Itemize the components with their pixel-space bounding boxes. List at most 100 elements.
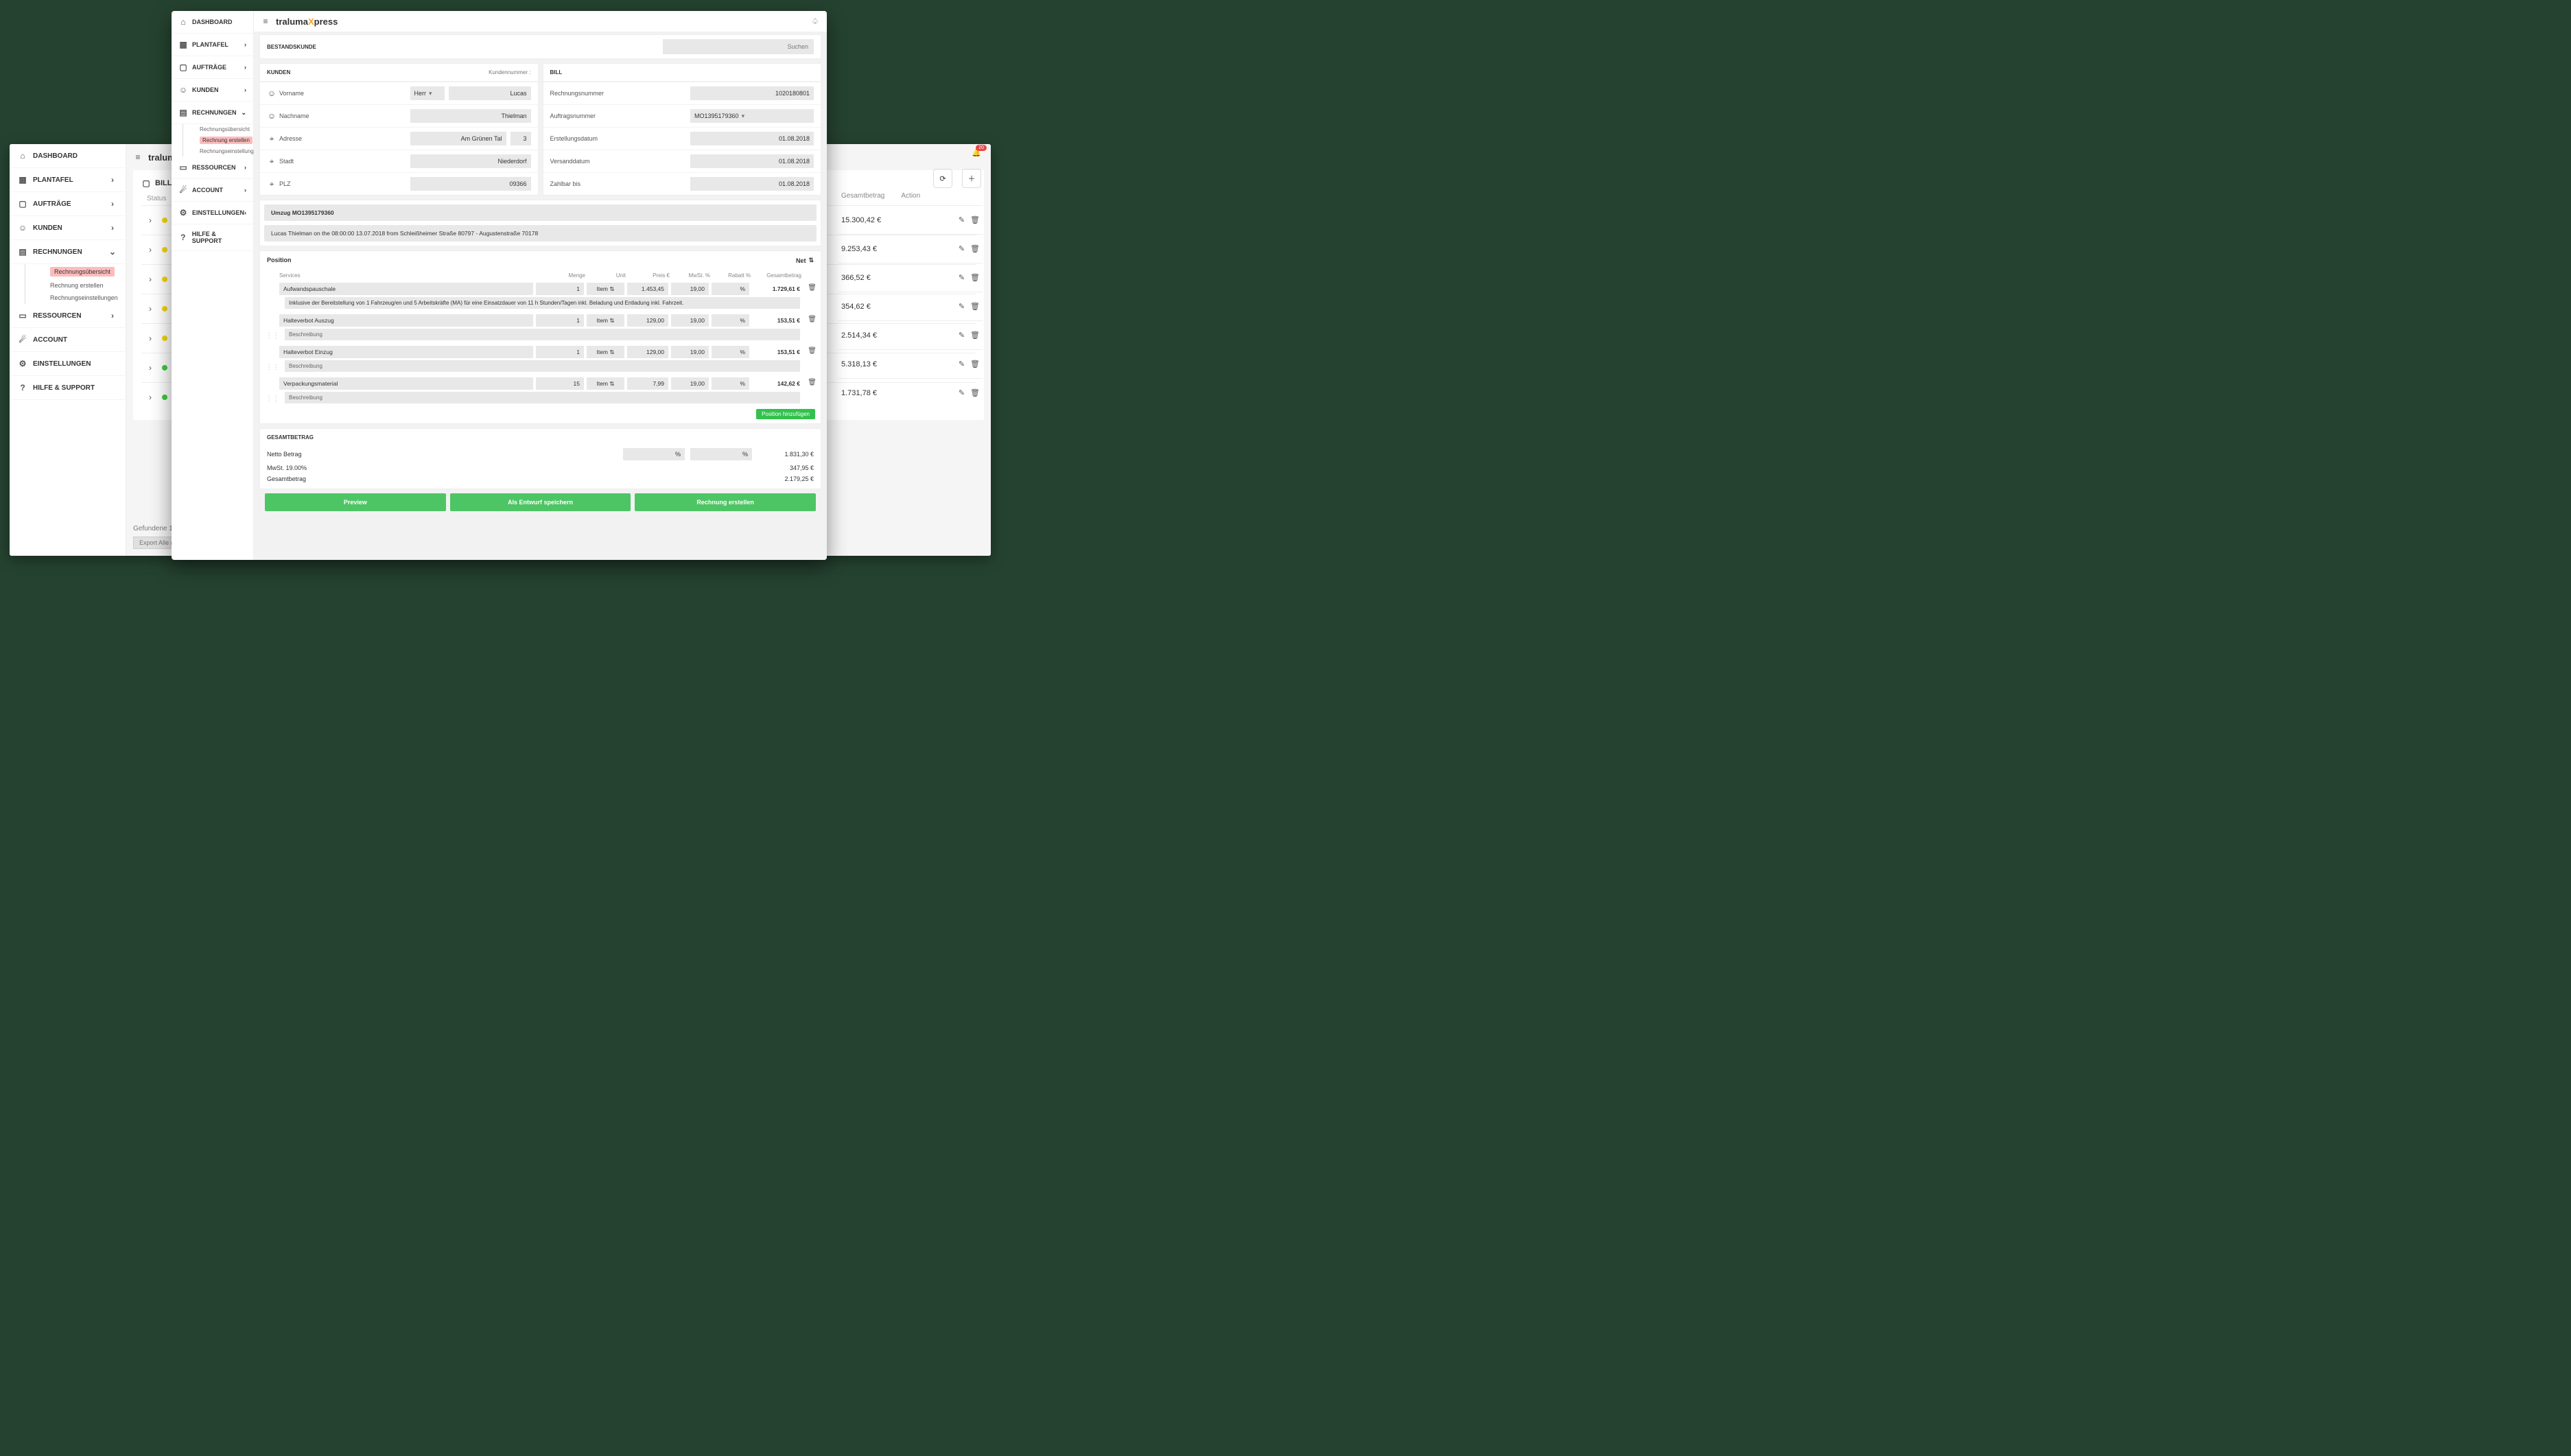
drag-handle-icon[interactable]: ⋮⋮	[266, 332, 279, 340]
fnav-dashboard[interactable]: ⌂DASHBOARD	[172, 11, 253, 34]
delete-icon[interactable]: 🗑	[970, 273, 980, 282]
menge-input[interactable]: 1	[536, 283, 584, 295]
stadt-input[interactable]: Niederdorf	[410, 154, 531, 168]
rabatt-input[interactable]: %	[712, 314, 749, 327]
netto-pct1[interactable]: %	[623, 448, 685, 460]
refresh-button[interactable]: ⟳	[933, 169, 952, 188]
nav-dashboard[interactable]: ⌂DASHBOARD	[10, 144, 126, 168]
edit-icon[interactable]: ✎	[959, 244, 965, 253]
bell-icon[interactable]: ♤	[810, 16, 820, 26]
delete-icon[interactable]: 🗑	[970, 244, 980, 253]
service-input[interactable]: Halteverbot Auszug	[279, 314, 533, 327]
service-input[interactable]: Aufwandspauschale	[279, 283, 533, 295]
auftrag-select[interactable]: MO1395179360	[690, 109, 814, 123]
action-buttons: Preview Als Entwurf speichern Rechnung e…	[259, 493, 821, 517]
nav-kunden[interactable]: ☺KUNDEN›	[10, 216, 126, 240]
nachname-input[interactable]: Thielman	[410, 109, 531, 123]
notification-bell[interactable]: 🔔20	[972, 148, 981, 157]
delete-row-icon[interactable]: 🗑	[808, 316, 817, 323]
hamburger-icon[interactable]: ≡	[261, 16, 270, 26]
menge-input[interactable]: 15	[536, 377, 584, 390]
mwst-input[interactable]: 19,00	[671, 377, 709, 390]
fnav-einstellungen[interactable]: ⚙EINSTELLUNGEN›	[172, 202, 253, 224]
preis-input[interactable]: 129,00	[627, 346, 668, 358]
fsub-einstellungen[interactable]: Rechnungseinstellungen	[200, 146, 253, 156]
sort-icon[interactable]: ⇅	[808, 257, 814, 264]
preis-input[interactable]: 129,00	[627, 314, 668, 327]
fnav-plantafel[interactable]: ▦PLANTAFEL›	[172, 34, 253, 56]
search-input[interactable]: Suchen	[663, 39, 814, 54]
versand-input[interactable]: 01.08.2018	[690, 154, 814, 168]
edit-icon[interactable]: ✎	[959, 302, 965, 311]
delete-icon[interactable]: 🗑	[970, 388, 980, 397]
save-draft-button[interactable]: Als Entwurf speichern	[450, 493, 631, 511]
delete-icon[interactable]: 🗑	[970, 331, 980, 340]
drag-handle-icon[interactable]: ⋮⋮	[266, 395, 279, 403]
adresse-input[interactable]: Am Grünen Tal	[410, 132, 506, 145]
preview-button[interactable]: Preview	[265, 493, 446, 511]
menge-input[interactable]: 1	[536, 346, 584, 358]
menge-input[interactable]: 1	[536, 314, 584, 327]
fnav-ressourcen[interactable]: ▭RESSOURCEN›	[172, 156, 253, 179]
nav-hilfe[interactable]: ?HILFE & SUPPORT	[10, 376, 126, 400]
salutation-select[interactable]: Herr	[410, 86, 445, 100]
service-input[interactable]: Halteverbot Einzug	[279, 346, 533, 358]
nav-plantafel[interactable]: ▦PLANTAFEL›	[10, 168, 126, 192]
rabatt-input[interactable]: %	[712, 346, 749, 358]
nav-auftraege[interactable]: ▢AUFTRÄGE›	[10, 192, 126, 216]
vorname-input[interactable]: Lucas	[449, 86, 531, 100]
subnav-einstellungen[interactable]: Rechnungseinstellungen	[50, 292, 126, 304]
description-input[interactable]: Inklusive der Bereitstellung von 1 Fahrz…	[285, 297, 800, 309]
nav-ressourcen[interactable]: ▭RESSOURCEN›	[10, 304, 126, 328]
subnav-uebersicht[interactable]: Rechnungsübersicht	[50, 267, 115, 277]
description-input[interactable]: Beschreibung	[285, 392, 800, 403]
fsub-uebersicht[interactable]: Rechnungsübersicht	[200, 124, 253, 134]
nav-einstellungen[interactable]: ⚙EINSTELLUNGEN	[10, 352, 126, 376]
fnav-kunden[interactable]: ☺KUNDEN›	[172, 79, 253, 102]
erstell-input[interactable]: 01.08.2018	[690, 132, 814, 145]
adresse-nr-input[interactable]: 3	[510, 132, 531, 145]
netto-pct2[interactable]: %	[690, 448, 752, 460]
rabatt-input[interactable]: %	[712, 377, 749, 390]
service-input[interactable]: Verpackungsmaterial	[279, 377, 533, 390]
fnav-rechnungen[interactable]: ▤RECHNUNGEN⌄	[172, 102, 253, 124]
delete-icon[interactable]: 🗑	[970, 302, 980, 311]
unit-select[interactable]: Item ⇅	[587, 283, 624, 295]
nav-rechnungen[interactable]: ▤RECHNUNGEN⌄	[10, 240, 126, 264]
description-input[interactable]: Beschreibung	[285, 329, 800, 340]
fnav-hilfe[interactable]: ?HILFE & SUPPORT	[172, 224, 253, 251]
delete-icon[interactable]: 🗑	[970, 360, 980, 368]
rechnr-input[interactable]: 1020180801	[690, 86, 814, 100]
delete-icon[interactable]: 🗑	[970, 215, 980, 224]
add-button[interactable]: ＋	[962, 169, 981, 188]
fnav-account[interactable]: ☄ACCOUNT›	[172, 179, 253, 202]
mwst-input[interactable]: 19,00	[671, 346, 709, 358]
drag-handle-icon[interactable]: ⋮⋮	[266, 364, 279, 371]
edit-icon[interactable]: ✎	[959, 360, 965, 368]
hamburger-icon[interactable]: ≡	[133, 152, 143, 162]
edit-icon[interactable]: ✎	[959, 273, 965, 282]
delete-row-icon[interactable]: 🗑	[808, 347, 817, 355]
delete-row-icon[interactable]: 🗑	[808, 284, 817, 292]
unit-select[interactable]: Item ⇅	[587, 377, 624, 390]
zahlbar-input[interactable]: 01.08.2018	[690, 177, 814, 191]
edit-icon[interactable]: ✎	[959, 388, 965, 397]
rabatt-input[interactable]: %	[712, 283, 749, 295]
description-input[interactable]: Beschreibung	[285, 360, 800, 372]
unit-select[interactable]: Item ⇅	[587, 314, 624, 327]
subnav-erstellen[interactable]: Rechnung erstellen	[50, 279, 126, 292]
plz-input[interactable]: 09366	[410, 177, 531, 191]
mwst-input[interactable]: 19,00	[671, 314, 709, 327]
edit-icon[interactable]: ✎	[959, 215, 965, 224]
nav-account[interactable]: ☄ACCOUNT	[10, 328, 126, 352]
delete-row-icon[interactable]: 🗑	[808, 379, 817, 386]
mwst-input[interactable]: 19,00	[671, 283, 709, 295]
create-invoice-button[interactable]: Rechnung erstellen	[635, 493, 816, 511]
unit-select[interactable]: Item ⇅	[587, 346, 624, 358]
edit-icon[interactable]: ✎	[959, 331, 965, 340]
add-position-button[interactable]: Position hinzufügen	[756, 409, 815, 419]
preis-input[interactable]: 1.453,45	[627, 283, 668, 295]
fnav-auftraege[interactable]: ▢AUFTRÄGE›	[172, 56, 253, 79]
preis-input[interactable]: 7,99	[627, 377, 668, 390]
fsub-erstellen[interactable]: Rechnung erstellen	[200, 137, 253, 144]
